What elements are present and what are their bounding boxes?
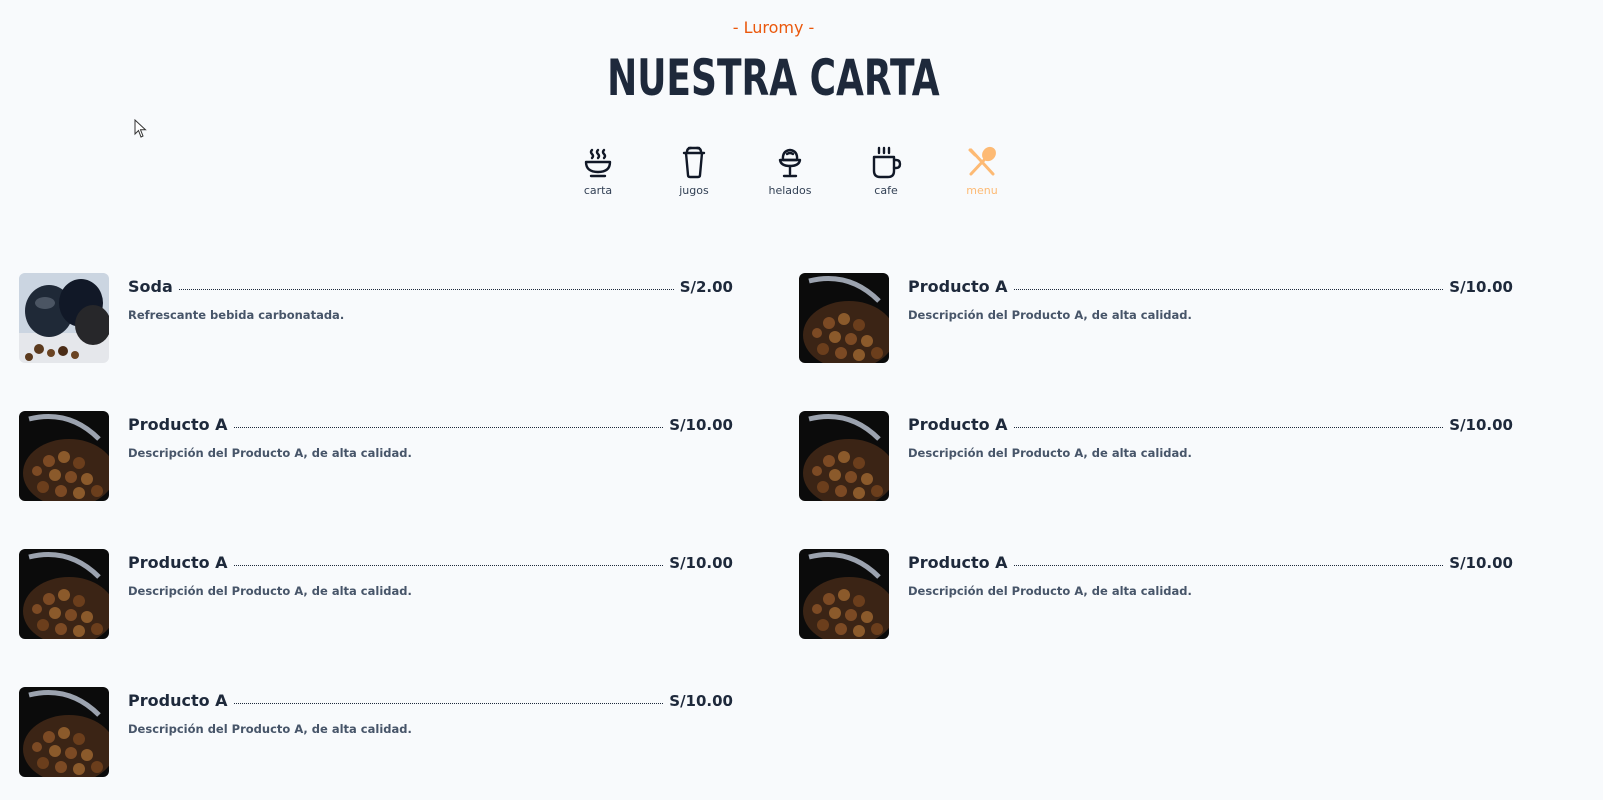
menu-item[interactable]: Producto A S/10.00 Descripción del Produ… [19,549,733,639]
dotted-leader [1013,426,1444,428]
item-price: S/10.00 [1449,553,1513,572]
bowl-steam-icon [584,148,612,178]
item-name: Producto A [128,691,228,710]
item-name: Producto A [908,415,1008,434]
menu-item-info: Producto A S/10.00 Descripción del Produ… [908,411,1513,501]
menu-item[interactable]: Producto A S/10.00 Descripción del Produ… [799,549,1513,639]
dotted-leader [233,564,664,566]
menu-item-info: Producto A S/10.00 Descripción del Produ… [908,549,1513,639]
item-price: S/10.00 [669,415,733,434]
tab-jugos[interactable]: jugos [646,146,742,197]
cup-icon [682,146,706,179]
menu-page: - Luromy - NUESTRA CARTA carta jugos hel… [0,0,1603,800]
coffee-beans-cup-image [799,549,889,639]
tab-label: menu [966,184,998,197]
category-tabs: carta jugos helados cafe menu [550,146,1030,197]
coffee-beans-cup-image [799,411,889,501]
item-name: Producto A [908,277,1008,296]
menu-item-info: Producto A S/10.00 Descripción del Produ… [128,549,733,639]
coffee-beans-cup-image [799,273,889,363]
menu-item-info: Producto A S/10.00 Descripción del Produ… [908,273,1513,363]
mouse-cursor-icon [134,119,147,138]
dotted-leader [1013,288,1444,290]
menu-item-info: Producto A S/10.00 Descripción del Produ… [128,411,733,501]
menu-item[interactable]: Producto A S/10.00 Descripción del Produ… [19,687,733,777]
item-price: S/10.00 [1449,277,1513,296]
item-name: Producto A [908,553,1008,572]
coffee-beans-cup-image [19,549,109,639]
menu-item[interactable]: Producto A S/10.00 Descripción del Produ… [19,411,733,501]
item-name: Producto A [128,415,228,434]
coffee-beans-cup-image [19,687,109,777]
item-description: Descripción del Producto A, de alta cali… [908,584,1192,598]
menu-item-info: Producto A S/10.00 Descripción del Produ… [128,687,733,777]
menu-item-info: Soda S/2.00 Refrescante bebida carbonata… [128,273,733,363]
brand-subtitle: - Luromy - [732,18,815,37]
menu-item[interactable]: Producto A S/10.00 Descripción del Produ… [799,411,1513,501]
tab-helados[interactable]: helados [742,146,838,197]
tab-label: cafe [874,184,898,197]
tab-menu[interactable]: menu [934,146,1030,197]
dotted-leader [1013,564,1444,566]
item-description: Descripción del Producto A, de alta cali… [908,446,1192,460]
page-title: NUESTRA CARTA [607,49,940,107]
item-name: Producto A [128,553,228,572]
dotted-leader [233,426,664,428]
tab-label: carta [583,184,613,197]
item-price: S/10.00 [669,553,733,572]
coffee-mug-icon [872,146,902,179]
item-description: Descripción del Producto A, de alta cali… [908,308,1192,322]
item-name: Soda [128,277,173,296]
coffee-beans-cup-image [19,411,109,501]
item-price: S/10.00 [1449,415,1513,434]
dotted-leader [233,702,664,704]
item-description: Descripción del Producto A, de alta cali… [128,446,412,460]
coffee-capsules-image [19,273,109,363]
item-price: S/10.00 [669,691,733,710]
item-description: Descripción del Producto A, de alta cali… [128,584,412,598]
menu-item[interactable]: Producto A S/10.00 Descripción del Produ… [799,273,1513,363]
utensils-icon [968,146,996,176]
dotted-leader [178,288,674,290]
item-description: Refrescante bebida carbonatada. [128,308,345,322]
item-price: S/2.00 [679,277,733,296]
tab-label: helados [768,184,812,197]
tab-label: jugos [679,184,709,197]
ice-cream-icon [778,148,802,178]
tab-carta[interactable]: carta [550,146,646,197]
tab-cafe[interactable]: cafe [838,146,934,197]
item-description: Descripción del Producto A, de alta cali… [128,722,412,736]
menu-item[interactable]: Soda S/2.00 Refrescante bebida carbonata… [19,273,733,363]
